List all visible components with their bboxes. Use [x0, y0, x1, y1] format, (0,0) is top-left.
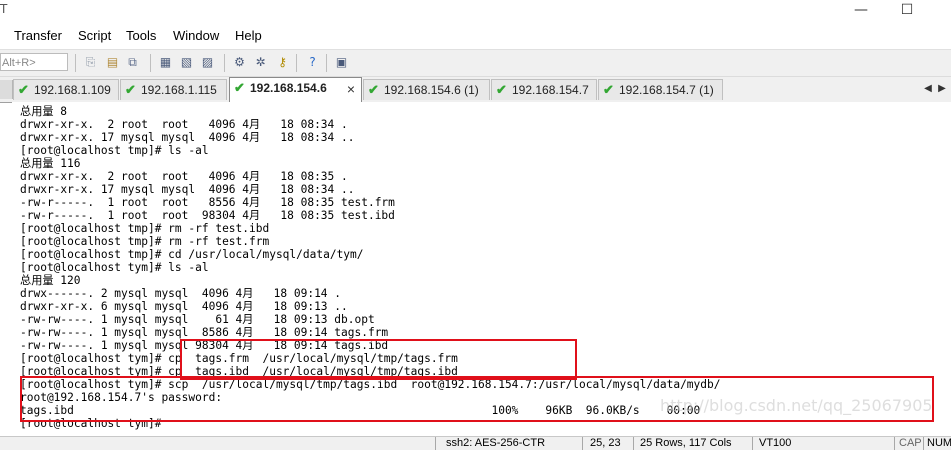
connected-check-icon: ✔ [368, 82, 379, 97]
tab-label: 192.168.154.7 [512, 83, 589, 97]
terminal-line: drwxr-xr-x. 6 mysql mysql 4096 4月 18 09:… [20, 300, 348, 313]
status-caps-lock: CAP [899, 437, 922, 449]
status-bar: ssh2: AES-256-CTR 25, 23 25 Rows, 117 Co… [0, 436, 951, 450]
terminal-line: [root@localhost tmp]# rm -rf test.frm [20, 235, 270, 248]
terminal-line: 总用量 8 [20, 105, 68, 118]
tab-session-192-168-154-7-1[interactable]: ✔ 192.168.154.7 (1) [598, 79, 723, 100]
menu-transfer[interactable]: Transfer [14, 28, 62, 43]
status-separator [752, 437, 753, 450]
menu-help[interactable]: Help [235, 28, 262, 43]
status-separator [923, 437, 924, 450]
tab-label: 192.168.1.115 [141, 83, 217, 97]
terminal-line: drwxr-xr-x. 17 mysql mysql 4096 4月 18 08… [20, 131, 355, 144]
connected-check-icon: ✔ [603, 82, 614, 97]
menu-script[interactable]: Script [78, 28, 111, 43]
toolbar-separator [224, 54, 225, 72]
terminal-line: -rw-rw----. 1 mysql mysql 61 4月 18 09:13… [20, 313, 375, 326]
terminal-line: [root@localhost tmp]# rm -rf test.ibd [20, 222, 270, 235]
settings-icon[interactable]: ⚙ [231, 54, 248, 71]
title-bar: T — ☐ [0, 0, 951, 22]
print-setup-icon[interactable]: ▧ [178, 54, 195, 71]
toolbar-separator [150, 54, 151, 72]
terminal-line: drwx------. 2 mysql mysql 4096 4月 18 09:… [20, 287, 342, 300]
copy-icon[interactable]: ⎘ [82, 54, 99, 71]
terminal-line: drwxr-xr-x. 2 root root 4096 4月 18 08:35… [20, 170, 348, 183]
status-cipher: ssh2: AES-256-CTR [446, 437, 546, 449]
toolbar-separator [75, 54, 76, 72]
tab-label: 192.168.154.7 (1) [619, 83, 714, 97]
quick-connect-input[interactable]: Alt+R> [0, 53, 68, 71]
print-icon[interactable]: ▨ [199, 54, 216, 71]
tab-label: 192.168.154.6 (1) [384, 83, 479, 97]
toolbar-separator [326, 54, 327, 72]
connected-check-icon: ✔ [18, 82, 29, 97]
status-num-lock: NUM [927, 437, 951, 449]
tab-session-192-168-1-115[interactable]: ✔ 192.168.1.115 [120, 79, 227, 100]
sftp-icon[interactable]: ✲ [252, 54, 269, 71]
status-separator [582, 437, 583, 450]
terminal-line: [root@localhost tmp]# ls -al [20, 144, 209, 157]
tab-scroll-left-icon[interactable]: ◀ [922, 81, 934, 97]
maximize-button[interactable]: ☐ [884, 0, 930, 22]
copy-paste-icon[interactable]: ⧉ [124, 54, 141, 71]
terminal-line: drwxr-xr-x. 17 mysql mysql 4096 4月 18 08… [20, 183, 355, 196]
connected-check-icon: ✔ [496, 82, 507, 97]
tab-session-192-168-154-6[interactable]: ✔ 192.168.154.6 × [229, 77, 362, 102]
key-icon[interactable]: ⚷ [274, 54, 291, 71]
toolbar-separator [296, 54, 297, 72]
menu-window[interactable]: Window [173, 28, 219, 43]
find-icon[interactable]: ▦ [157, 54, 174, 71]
status-cursor-position: 25, 23 [590, 437, 621, 449]
status-terminal-type: VT100 [759, 437, 792, 449]
watermark-text: http://blog.csdn.net/qq_25067905 [660, 396, 933, 415]
map-icon[interactable]: ▣ [333, 54, 350, 71]
terminal-line: [root@localhost tmp]# cd /usr/local/mysq… [20, 248, 364, 261]
status-separator [894, 437, 895, 450]
window-title: T [0, 2, 8, 16]
minimize-button[interactable]: — [838, 0, 884, 22]
terminal-line: [root@localhost tym]# ls -al [20, 261, 209, 274]
tab-session-192-168-154-6-1[interactable]: ✔ 192.168.154.6 (1) [363, 79, 490, 100]
highlight-box-cp-commands [180, 339, 577, 380]
tab-session-192-168-154-7[interactable]: ✔ 192.168.154.7 [491, 79, 597, 100]
terminal-line: 总用量 120 [20, 274, 81, 287]
status-separator [435, 437, 436, 450]
paste-icon[interactable]: ▤ [104, 54, 121, 71]
terminal-line: -rw-rw----. 1 mysql mysql 8586 4月 18 09:… [20, 326, 389, 339]
tab-label: 192.168.1.109 [34, 83, 111, 97]
connected-check-icon: ✔ [125, 82, 136, 97]
menu-bar: Transfer Script Tools Window Help [0, 24, 951, 48]
tab-label: 192.168.154.6 [250, 81, 327, 95]
toolbar: Alt+R> ⎘ ▤ ⧉ ▦ ▧ ▨ ⚙ ✲ ⚷ ? ▣ [0, 49, 951, 77]
connected-check-icon: ✔ [234, 80, 245, 95]
status-separator [633, 437, 634, 450]
terminal-line: -rw-r-----. 1 root root 98304 4月 18 08:3… [20, 209, 395, 222]
tab-bar-grip [0, 80, 13, 99]
terminal-line: -rw-r-----. 1 root root 8556 4月 18 08:35… [20, 196, 395, 209]
close-tab-icon[interactable]: × [347, 79, 355, 99]
status-terminal-size: 25 Rows, 117 Cols [640, 437, 732, 449]
terminal-line: 总用量 116 [20, 157, 81, 170]
terminal-line: drwxr-xr-x. 2 root root 4096 4月 18 08:34… [20, 118, 348, 131]
tab-session-192-168-1-109[interactable]: ✔ 192.168.1.109 [13, 79, 119, 100]
session-tab-bar: ✔ 192.168.1.109 ✔ 192.168.1.115 ✔ 192.168.1… [0, 77, 951, 103]
menu-tools[interactable]: Tools [126, 28, 156, 43]
help-icon[interactable]: ? [304, 54, 321, 71]
tab-scroll-right-icon[interactable]: ▶ [936, 81, 948, 97]
